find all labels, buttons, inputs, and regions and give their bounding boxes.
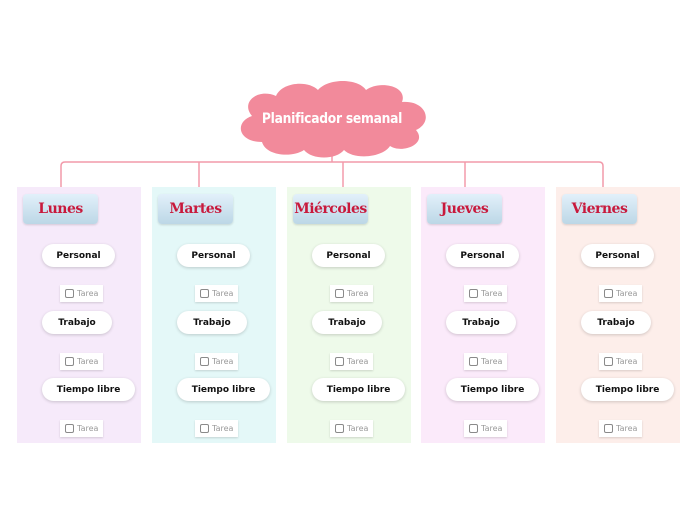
task-checkbox[interactable] bbox=[604, 289, 613, 298]
task-node[interactable]: Tarea bbox=[330, 420, 374, 437]
category-node[interactable]: Personal bbox=[42, 244, 115, 267]
task-checkbox[interactable] bbox=[65, 289, 74, 298]
task-label: Tarea bbox=[616, 289, 638, 298]
central-topic[interactable]: Planificador semanal bbox=[232, 78, 432, 160]
day-column: Martes Personal Tarea Trabajo Tarea Tiempo li… bbox=[152, 187, 276, 443]
task-checkbox[interactable] bbox=[65, 357, 74, 366]
task-node[interactable]: Tarea bbox=[195, 420, 239, 437]
task-label: Tarea bbox=[347, 424, 369, 433]
task-label: Tarea bbox=[481, 424, 503, 433]
category-node[interactable]: Trabajo bbox=[42, 311, 112, 334]
task-checkbox[interactable] bbox=[469, 289, 478, 298]
category-node[interactable]: Trabajo bbox=[581, 311, 651, 334]
category-node[interactable]: Trabajo bbox=[312, 311, 382, 334]
category-node[interactable]: Trabajo bbox=[446, 311, 516, 334]
task-label: Tarea bbox=[77, 424, 99, 433]
category-node[interactable]: Tiempo libre bbox=[312, 378, 405, 401]
day-header[interactable]: Lunes bbox=[23, 194, 98, 224]
task-node[interactable]: Tarea bbox=[330, 285, 374, 302]
category-node[interactable]: Tiempo libre bbox=[177, 378, 270, 401]
task-checkbox[interactable] bbox=[200, 289, 209, 298]
task-checkbox[interactable] bbox=[469, 424, 478, 433]
category-node[interactable]: Tiempo libre bbox=[42, 378, 135, 401]
task-node[interactable]: Tarea bbox=[195, 353, 239, 370]
task-label: Tarea bbox=[347, 357, 369, 366]
task-label: Tarea bbox=[481, 357, 503, 366]
central-topic-title: Planificador semanal bbox=[261, 111, 403, 127]
task-checkbox[interactable] bbox=[335, 289, 344, 298]
task-label: Tarea bbox=[212, 289, 234, 298]
task-checkbox[interactable] bbox=[604, 424, 613, 433]
task-label: Tarea bbox=[77, 289, 99, 298]
day-column: Viernes Personal Tarea Trabajo Tarea Tiempo l… bbox=[556, 187, 680, 443]
task-checkbox[interactable] bbox=[604, 357, 613, 366]
category-node[interactable]: Tiempo libre bbox=[581, 378, 674, 401]
task-node[interactable]: Tarea bbox=[599, 285, 643, 302]
day-header[interactable]: Viernes bbox=[562, 194, 637, 224]
task-label: Tarea bbox=[616, 357, 638, 366]
day-column: Jueves Personal Tarea Trabajo Tarea Tiempo li… bbox=[421, 187, 545, 443]
day-header[interactable]: Jueves bbox=[427, 194, 502, 224]
task-checkbox[interactable] bbox=[200, 424, 209, 433]
day-header[interactable]: Martes bbox=[158, 194, 233, 224]
task-node[interactable]: Tarea bbox=[464, 285, 508, 302]
task-checkbox[interactable] bbox=[335, 357, 344, 366]
task-node[interactable]: Tarea bbox=[195, 285, 239, 302]
day-header[interactable]: Miércoles bbox=[293, 194, 368, 224]
task-checkbox[interactable] bbox=[65, 424, 74, 433]
task-node[interactable]: Tarea bbox=[464, 420, 508, 437]
category-node[interactable]: Personal bbox=[446, 244, 519, 267]
task-label: Tarea bbox=[616, 424, 638, 433]
category-node[interactable]: Personal bbox=[581, 244, 654, 267]
task-label: Tarea bbox=[347, 289, 369, 298]
task-checkbox[interactable] bbox=[200, 357, 209, 366]
category-node[interactable]: Tiempo libre bbox=[446, 378, 539, 401]
task-node[interactable]: Tarea bbox=[464, 353, 508, 370]
task-label: Tarea bbox=[481, 289, 503, 298]
task-node[interactable]: Tarea bbox=[60, 420, 104, 437]
category-node[interactable]: Personal bbox=[177, 244, 250, 267]
task-node[interactable]: Tarea bbox=[599, 353, 643, 370]
task-label: Tarea bbox=[212, 424, 234, 433]
task-checkbox[interactable] bbox=[335, 424, 344, 433]
day-column: Miércoles Personal Tarea Trabajo Tarea Tiempo… bbox=[287, 187, 411, 443]
task-node[interactable]: Tarea bbox=[60, 285, 104, 302]
task-label: Tarea bbox=[212, 357, 234, 366]
task-node[interactable]: Tarea bbox=[599, 420, 643, 437]
category-node[interactable]: Trabajo bbox=[177, 311, 247, 334]
task-label: Tarea bbox=[77, 357, 99, 366]
task-node[interactable]: Tarea bbox=[60, 353, 104, 370]
category-node[interactable]: Personal bbox=[312, 244, 385, 267]
task-checkbox[interactable] bbox=[469, 357, 478, 366]
task-node[interactable]: Tarea bbox=[330, 353, 374, 370]
day-column: Lunes Personal Tarea Trabajo Tarea Tiempo lib… bbox=[17, 187, 141, 443]
